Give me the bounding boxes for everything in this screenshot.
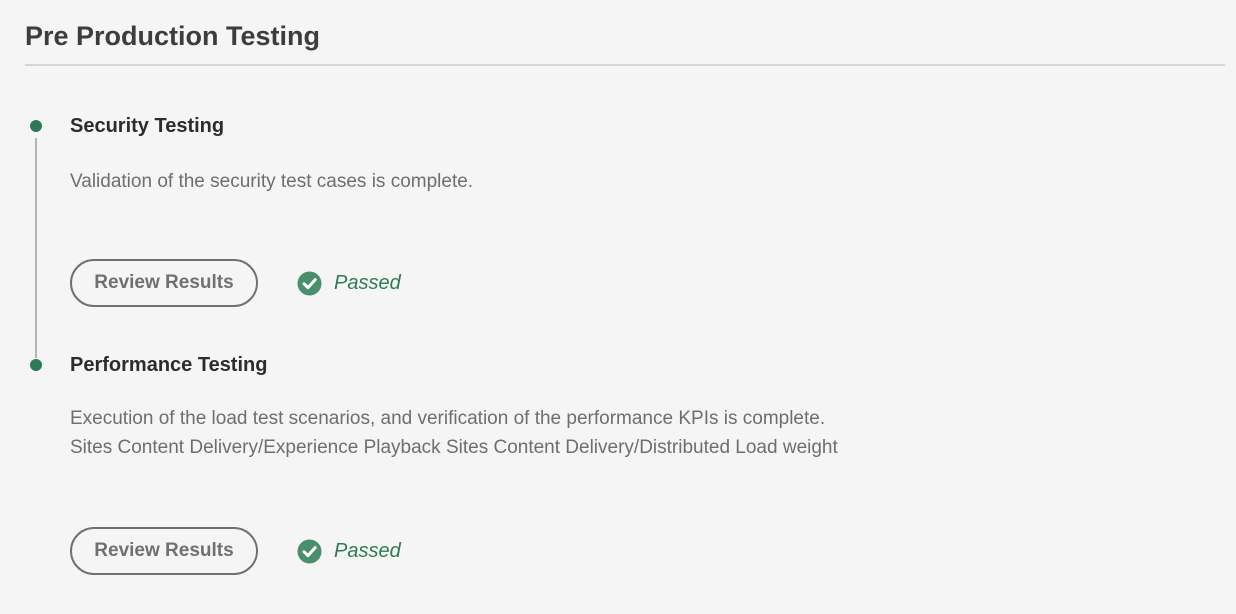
page-header: Pre Production Testing <box>25 18 1225 66</box>
pre-production-testing-panel: Pre Production Testing Security Testing … <box>0 0 1236 614</box>
page-title: Pre Production Testing <box>25 21 321 51</box>
step-description: Validation of the security test cases is… <box>70 171 474 192</box>
step-title: Security Testing <box>70 115 225 137</box>
review-results-button[interactable]: Review Results <box>70 527 258 575</box>
status-text: Passed <box>334 271 401 294</box>
timeline-connector <box>35 138 37 358</box>
step-description-line-1: Execution of the load test scenarios, an… <box>70 408 826 429</box>
status-text: Passed <box>334 539 401 562</box>
step-description-line-2: Sites Content Delivery/Experience Playba… <box>70 437 838 458</box>
step-title: Performance Testing <box>70 354 268 376</box>
checkmark-circle-icon <box>297 539 322 564</box>
status-badge: Passed <box>297 538 401 564</box>
checkmark-circle-icon <box>297 271 322 296</box>
review-results-button[interactable]: Review Results <box>70 259 258 307</box>
status-badge: Passed <box>297 270 401 296</box>
timeline-dot-icon <box>30 120 42 132</box>
timeline-dot-icon <box>30 359 42 371</box>
